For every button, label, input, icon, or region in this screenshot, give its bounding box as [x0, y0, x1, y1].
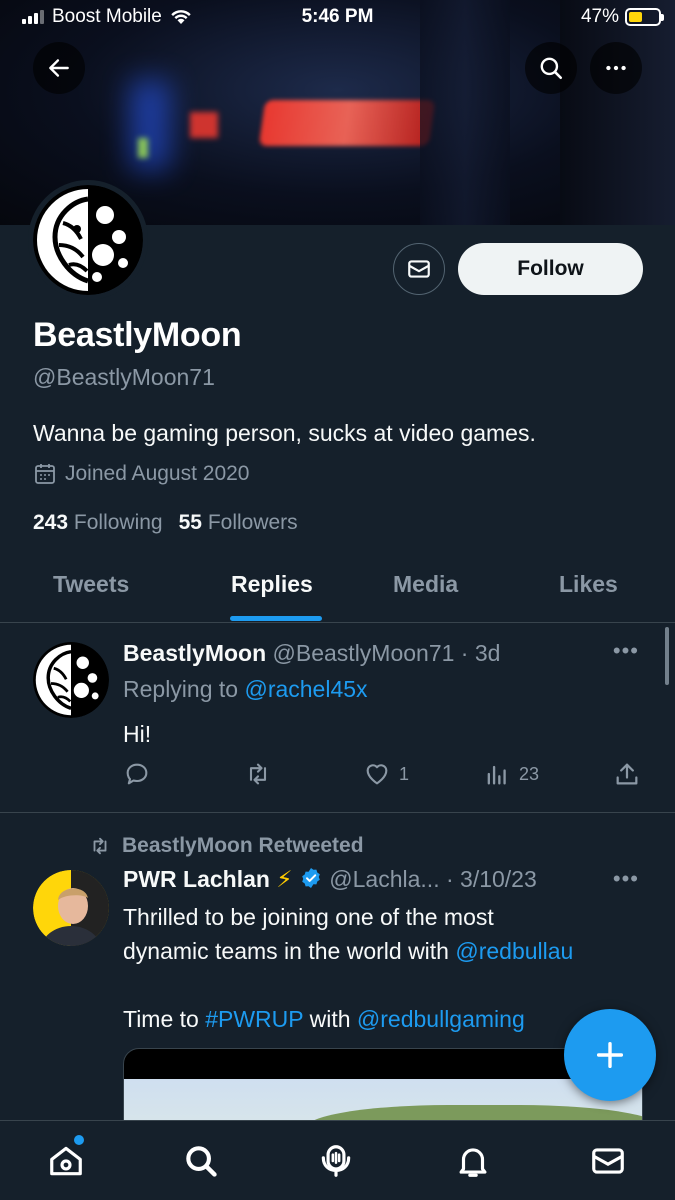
- banner-decor: [138, 138, 148, 158]
- tweet[interactable]: BeastlyMoon @BeastlyMoon71 · 3d ••• Repl…: [0, 624, 675, 813]
- views-button[interactable]: 23: [483, 760, 539, 788]
- notification-dot: [74, 1135, 84, 1145]
- lion-moon-logo: [33, 642, 109, 718]
- compose-tweet-button[interactable]: [564, 1009, 656, 1101]
- nav-search[interactable]: [179, 1139, 223, 1183]
- tweet-handle-time: @BeastlyMoon71 · 3d: [272, 640, 501, 666]
- joined-text: Joined August 2020: [65, 462, 250, 485]
- mention-link[interactable]: @redbullau: [455, 938, 573, 964]
- tweet-author-name[interactable]: BeastlyMoon: [123, 640, 266, 666]
- joined-date: Joined August 2020: [33, 462, 250, 486]
- follow-stats: 243 Following 55 Followers: [33, 511, 298, 535]
- like-button[interactable]: 1: [363, 760, 409, 788]
- hashtag-link[interactable]: #PWRUP: [205, 1006, 303, 1032]
- retweet-button[interactable]: [243, 760, 273, 788]
- nav-home[interactable]: [44, 1139, 88, 1183]
- tweet-handle-time: @Lachla... · 3/10/23: [329, 866, 537, 892]
- active-tab-indicator: [230, 616, 322, 621]
- following-count: 243: [33, 511, 69, 534]
- tweet-author-name[interactable]: PWR Lachlan: [123, 866, 270, 892]
- tweet-line: Thrilled to be joining one of the most: [123, 904, 494, 930]
- tweet-line: Time to #PWRUP with @redbullgaming: [123, 1002, 573, 1036]
- replying-prefix: Replying to: [123, 676, 245, 702]
- bottom-navigation: [0, 1120, 675, 1200]
- battery-icon: [625, 8, 664, 26]
- heart-icon: [366, 764, 388, 785]
- messages-icon: [592, 1148, 624, 1174]
- search-button[interactable]: [525, 42, 577, 94]
- replying-to-link[interactable]: @rachel45x: [244, 676, 367, 702]
- tweet-header: BeastlyMoon @BeastlyMoon71 · 3d: [123, 640, 500, 667]
- retweeted-by[interactable]: BeastlyMoon Retweeted: [122, 834, 364, 858]
- followers-label: Followers: [207, 511, 298, 534]
- tab-replies[interactable]: Replies: [231, 571, 313, 598]
- nav-spaces[interactable]: [314, 1139, 358, 1183]
- reply-icon: [126, 763, 148, 785]
- share-button[interactable]: [613, 760, 641, 788]
- banner-decor: [190, 112, 218, 138]
- back-button[interactable]: [33, 42, 85, 94]
- status-bar: Boost Mobile 5:46 PM 47%: [0, 0, 675, 36]
- tweet-avatar[interactable]: [33, 870, 109, 946]
- arrow-left-icon: [49, 59, 69, 77]
- envelope-icon: [408, 260, 430, 278]
- tab-tweets[interactable]: Tweets: [53, 571, 129, 598]
- retweet-icon: [249, 763, 267, 785]
- lightning-emoji: ⚡: [276, 866, 293, 892]
- retweet-indicator: BeastlyMoon Retweeted: [88, 834, 364, 858]
- share-icon: [616, 763, 638, 785]
- display-name: BeastlyMoon: [33, 316, 242, 354]
- lion-moon-logo: [33, 185, 143, 295]
- retweet-icon: [93, 837, 107, 855]
- nav-notifications[interactable]: [451, 1139, 495, 1183]
- notifications-icon: [459, 1148, 487, 1177]
- profile-bio: Wanna be gaming person, sucks at video g…: [33, 420, 536, 446]
- message-button[interactable]: [393, 243, 445, 295]
- profile-tabs: Tweets Replies Media Likes: [0, 555, 675, 623]
- banner-decor: [130, 80, 170, 170]
- tweet-text: Thrilled to be joining one of the most d…: [123, 900, 573, 1036]
- nav-messages[interactable]: [586, 1139, 630, 1183]
- like-count: 1: [399, 763, 410, 784]
- tab-media[interactable]: Media: [393, 571, 458, 598]
- plus-icon: [596, 1041, 624, 1069]
- tweet-text: Hi!: [123, 721, 152, 747]
- battery-indicator: 47%: [580, 6, 664, 28]
- following-link[interactable]: 243 Following: [33, 511, 163, 535]
- following-label: Following: [73, 511, 163, 534]
- profile-avatar[interactable]: [28, 180, 148, 300]
- mention-link[interactable]: @redbullgaming: [357, 1006, 525, 1032]
- search-icon: [540, 57, 563, 80]
- search-icon: [186, 1146, 217, 1177]
- tweet-header: PWR Lachlan ⚡ @Lachla... · 3/10/23: [123, 866, 537, 893]
- spaces-icon: [321, 1145, 351, 1177]
- battery-percent: 47%: [580, 6, 619, 27]
- more-button[interactable]: [590, 42, 642, 94]
- clock: 5:46 PM: [301, 6, 374, 27]
- views-icon: [487, 765, 506, 785]
- tweet-line: dynamic teams in the world with @redbull…: [123, 934, 573, 968]
- banner-decor: [258, 100, 436, 146]
- profile-handle: @BeastlyMoon71: [33, 364, 215, 390]
- reply-button[interactable]: [123, 760, 151, 788]
- views-count: 23: [519, 763, 540, 784]
- replying-to: Replying to @rachel45x: [123, 676, 368, 703]
- followers-link[interactable]: 55 Followers: [179, 511, 298, 535]
- tweet-line-text: Time to: [123, 1006, 206, 1032]
- tweet-more-button[interactable]: •••: [613, 866, 639, 892]
- home-icon: [50, 1146, 82, 1176]
- calendar-icon: [35, 464, 55, 484]
- tweet-line-text: with: [303, 1006, 357, 1032]
- tab-likes[interactable]: Likes: [559, 571, 618, 598]
- tweet-avatar[interactable]: [33, 642, 109, 718]
- user-photo: [33, 870, 109, 946]
- follow-button[interactable]: Follow: [458, 243, 643, 295]
- tweet-more-button[interactable]: •••: [613, 638, 639, 664]
- tweet-actions: 1 23: [123, 760, 643, 790]
- verified-badge-icon: [302, 868, 320, 888]
- scrollbar[interactable]: [665, 627, 669, 685]
- tweet-line-text: dynamic teams in the world with: [123, 938, 456, 964]
- followers-count: 55: [178, 511, 202, 534]
- more-horizontal-icon: [606, 65, 626, 71]
